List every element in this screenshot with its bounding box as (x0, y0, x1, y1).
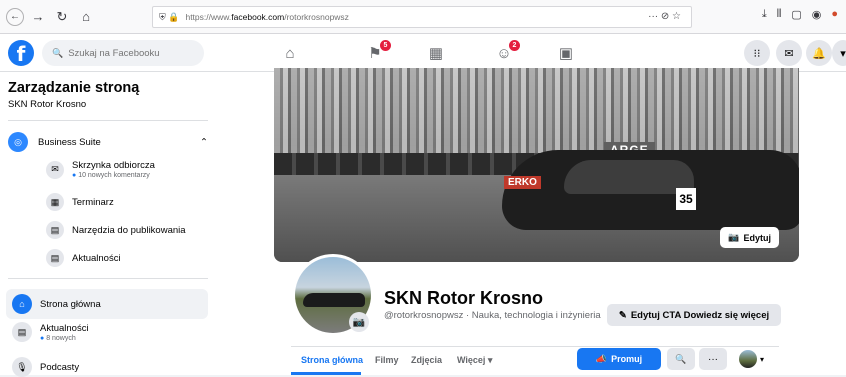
pages-badge: 5 (380, 40, 391, 51)
back-icon[interactable]: ← (6, 7, 24, 26)
menu-grid-icon[interactable]: ⁝⁝ (744, 40, 770, 66)
marketplace-nav-icon[interactable]: ▦ (426, 44, 446, 62)
url-path: /rotorkrosnopwsz (284, 12, 349, 22)
promote-label: Promuj (611, 354, 643, 364)
megaphone-icon: 📣 (595, 353, 608, 364)
page-title: SKN Rotor Krosno (384, 288, 543, 308)
edit-cta-button[interactable]: ✎ Edytuj CTA Dowiedz się więcej (607, 304, 781, 326)
cover-crowd (274, 68, 799, 163)
profile-car (303, 293, 365, 307)
chevron-up-icon[interactable]: ⌃ (200, 137, 208, 148)
business-suite-item[interactable]: ◎ Business Suite ⌃ (8, 132, 208, 152)
sidebar-nav-news[interactable]: ▤ Aktualności ● 8 nowych (12, 322, 227, 342)
download-icon[interactable]: ⤓ (762, 8, 767, 21)
cover-car-canopy (564, 160, 694, 194)
page-actions-icon[interactable]: ··· ⊘ ☆ (648, 11, 681, 22)
home-icon[interactable]: ⌂ (76, 7, 96, 27)
publishing-tools-icon: ▤ (46, 221, 64, 239)
tab-videos[interactable]: Filmy (375, 355, 399, 365)
cover-photo[interactable]: ARGE ERKO 35 📷 Edytuj (274, 68, 799, 262)
edit-cover-label: Edytuj (743, 232, 771, 243)
browser-toolbar-icons: ⤓ ⫴ ▢ ◉ ● (762, 8, 838, 21)
podcast-icon: 🎙 (12, 357, 32, 377)
sidebar-nav-label: Strona główna (40, 298, 101, 310)
search-icon: 🔍 (675, 353, 687, 364)
business-suite-icon: ◎ (8, 132, 28, 152)
shield-icon: ⛨ 🔒 (159, 11, 180, 22)
facebook-logo[interactable]: f (8, 40, 34, 66)
inbox-sublabel-text: 10 nowych komentarzy (78, 172, 150, 179)
tabs-divider (291, 346, 779, 347)
home-nav-icon[interactable]: ⌂ (280, 44, 300, 62)
sidebar-nav-podcasts[interactable]: 🎙 Podcasty (12, 357, 227, 377)
news-icon: ▤ (46, 249, 64, 267)
sidebar-nav-label: Podcasty (40, 361, 80, 373)
inbox-icon: ✉ (46, 160, 64, 179)
browser-toolbar: ← → ↻ ⌂ ⛨ 🔒 https://www. facebook.com/rot… (0, 0, 846, 34)
sidebar-icon[interactable]: ▢ (791, 8, 801, 21)
page-search-button[interactable]: 🔍 (667, 348, 695, 370)
url-host: facebook.com (231, 12, 285, 22)
groups-badge: 2 (509, 40, 520, 51)
more-options-button[interactable]: ··· (699, 348, 727, 370)
camera-icon: 📷 (728, 232, 740, 242)
sidebar-item-label: Narzędzia do publikowania (72, 224, 186, 236)
notifications-icon[interactable]: 🔔 (806, 40, 832, 66)
business-suite-label: Business Suite (38, 136, 101, 148)
library-icon[interactable]: ⫴ (777, 8, 782, 21)
url-prefix: https://www. (185, 12, 232, 22)
search-box[interactable]: 🔍 (42, 40, 204, 66)
news-sublabel: ● 8 nowych (40, 334, 76, 342)
url-bar[interactable]: ⛨ 🔒 https://www. facebook.com/rotorkrosno… (152, 6, 692, 28)
sidebar-page-name: SKN Rotor Krosno (8, 99, 87, 110)
chevron-down-icon: ▾ (760, 354, 765, 364)
inbox-sublabel: ● 10 nowych komentarzy (72, 172, 150, 179)
account-icon[interactable]: ◉ (812, 8, 822, 21)
news-sublabel-text: 8 nowych (46, 334, 76, 342)
page-main: ARGE ERKO 35 📷 Edytuj 📷 SKN Rotor Krosno… (215, 68, 846, 375)
switch-profile-button[interactable]: ▾ (739, 348, 779, 370)
pencil-icon: ✎ (618, 309, 627, 321)
sidebar-item-label: Terminarz (72, 196, 114, 208)
change-profile-picture-camera-icon[interactable]: 📷 (349, 312, 369, 332)
account-menu-icon[interactable]: ▾ (832, 40, 846, 66)
edit-cover-button[interactable]: 📷 Edytuj (720, 227, 779, 248)
tab-home[interactable]: Strona główna (301, 355, 363, 365)
calendar-icon: ▦ (46, 193, 64, 211)
page-management-sidebar: Zarządzanie stroną SKN Rotor Krosno ◎ Bu… (0, 72, 215, 377)
news-feed-icon: ▤ (12, 322, 32, 342)
search-icon: 🔍 (52, 47, 64, 58)
extension-icon[interactable]: ● (831, 8, 838, 21)
tab-photos[interactable]: Zdjęcia (411, 355, 442, 365)
facebook-header: f 🔍 ⌂ ⚑5 ▦ ☺2 ▣ ⁝⁝ ✉ 🔔 ▾ (0, 34, 846, 72)
divider (8, 120, 208, 121)
forward-icon[interactable]: → (28, 7, 48, 27)
home-icon: ⌂ (12, 294, 32, 314)
reload-icon[interactable]: ↻ (52, 7, 72, 27)
cover-car-number: 35 (676, 188, 696, 210)
cover-banner-erko: ERKO (504, 176, 541, 189)
sidebar-item-label: Aktualności (72, 252, 121, 264)
messenger-icon[interactable]: ✉ (776, 40, 802, 66)
search-input[interactable] (68, 47, 189, 59)
sidebar-nav-label: Aktualności (40, 322, 89, 334)
sidebar-item-label: Skrzynka odbiorcza (72, 160, 155, 171)
sidebar-title: Zarządzanie stroną (8, 80, 140, 96)
edit-cta-label: Edytuj CTA Dowiedz się więcej (630, 309, 770, 321)
promote-button[interactable]: 📣 Promuj (577, 348, 661, 370)
pages-nav-icon[interactable]: ⚑ 5 (365, 40, 391, 62)
groups-nav-icon[interactable]: ☺ 2 (494, 40, 520, 62)
tab-more[interactable]: Więcej ▾ (457, 355, 492, 366)
divider (8, 278, 208, 279)
page-handle-category: @rotorkrosnopwsz · Nauka, technologia i … (384, 310, 601, 321)
mini-avatar (739, 350, 757, 368)
gaming-nav-icon[interactable]: ▣ (556, 44, 576, 62)
sidebar-nav-home[interactable]: ⌂ Strona główna (12, 294, 227, 314)
more-icon: ··· (708, 353, 718, 365)
